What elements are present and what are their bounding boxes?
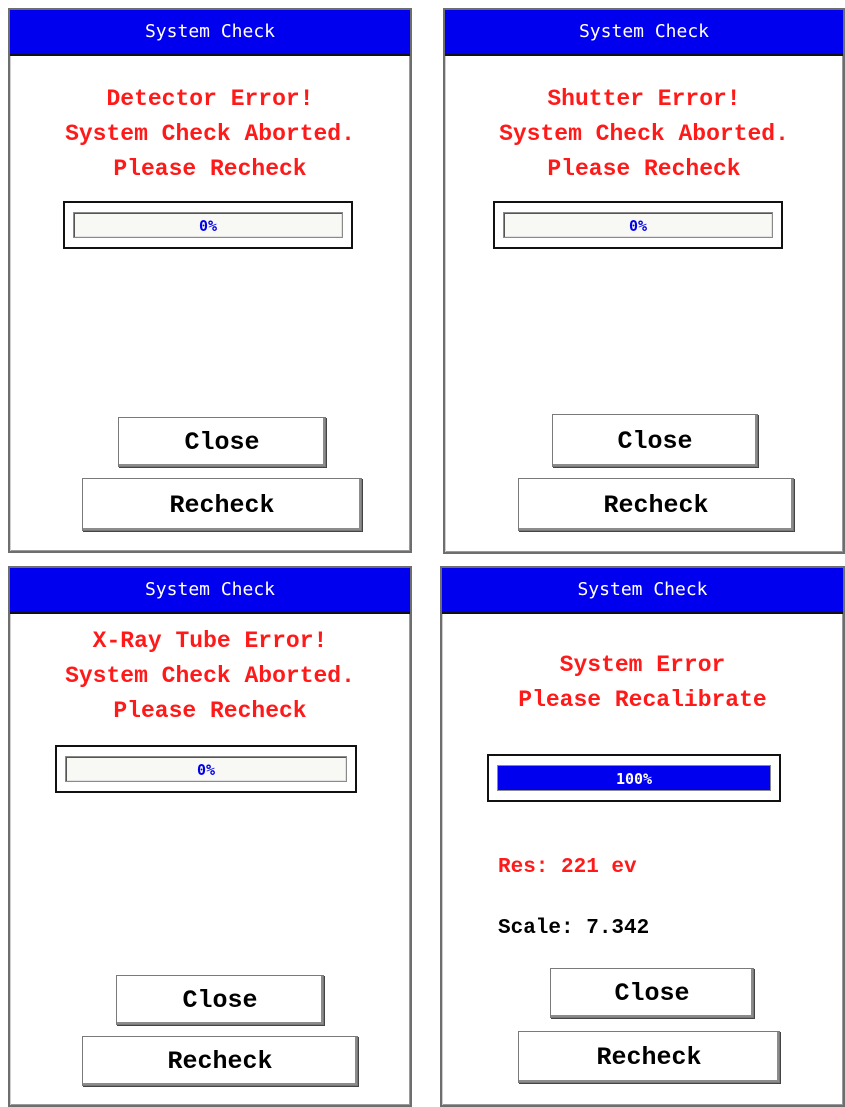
error-message-line: Please Recheck: [113, 698, 307, 724]
recheck-button[interactable]: Recheck: [518, 1031, 780, 1083]
error-message-line: System Check Aborted.: [499, 121, 789, 147]
progress-label: 0%: [198, 217, 218, 235]
error-message: Shutter Error! System Check Aborted. Ple…: [445, 82, 843, 187]
recheck-button[interactable]: Recheck: [82, 1036, 358, 1086]
progress-track: 100%: [497, 765, 771, 791]
dialog-detector-error: System Check Detector Error! System Chec…: [8, 8, 412, 553]
progress-track: 0%: [65, 756, 347, 782]
error-message-line: System Check Aborted.: [65, 121, 355, 147]
progress-bar: 100%: [487, 754, 781, 802]
progress-bar: 0%: [55, 745, 357, 793]
error-message-line: Please Recheck: [113, 156, 307, 182]
error-message-line: System Error: [559, 652, 726, 678]
close-button[interactable]: Close: [552, 414, 758, 467]
dialog-system-error: System Check System Error Please Recalib…: [440, 566, 845, 1107]
progress-track: 0%: [503, 212, 773, 238]
progress-track: 0%: [73, 212, 343, 238]
dialog-title: System Check: [442, 568, 843, 614]
error-message-line: Detector Error!: [106, 86, 314, 112]
close-button[interactable]: Close: [550, 968, 754, 1018]
error-message-line: Please Recheck: [547, 156, 741, 182]
dialog-xray-tube-error: System Check X-Ray Tube Error! System Ch…: [8, 566, 412, 1107]
dialog-shutter-error: System Check Shutter Error! System Check…: [443, 8, 845, 554]
resolution-readout: Res: 221 ev: [498, 856, 637, 879]
close-button[interactable]: Close: [116, 975, 324, 1025]
progress-label: 0%: [196, 761, 216, 779]
progress-label: 100%: [615, 770, 653, 788]
error-message-line: System Check Aborted.: [65, 663, 355, 689]
recheck-button[interactable]: Recheck: [82, 478, 362, 531]
error-message-line: Please Recalibrate: [518, 687, 767, 713]
progress-bar: 0%: [63, 201, 353, 249]
error-message: System Error Please Recalibrate: [442, 648, 843, 718]
progress-bar: 0%: [493, 201, 783, 249]
close-button[interactable]: Close: [118, 417, 326, 467]
error-message-line: X-Ray Tube Error!: [92, 628, 328, 654]
error-message-line: Shutter Error!: [547, 86, 741, 112]
recheck-button[interactable]: Recheck: [518, 478, 794, 531]
progress-label: 0%: [628, 217, 648, 235]
error-message: Detector Error! System Check Aborted. Pl…: [10, 82, 410, 187]
dialog-title: System Check: [445, 10, 843, 56]
dialog-title: System Check: [10, 10, 410, 56]
dialog-title: System Check: [10, 568, 410, 614]
error-message: X-Ray Tube Error! System Check Aborted. …: [10, 624, 410, 729]
scale-readout: Scale: 7.342: [498, 917, 650, 940]
